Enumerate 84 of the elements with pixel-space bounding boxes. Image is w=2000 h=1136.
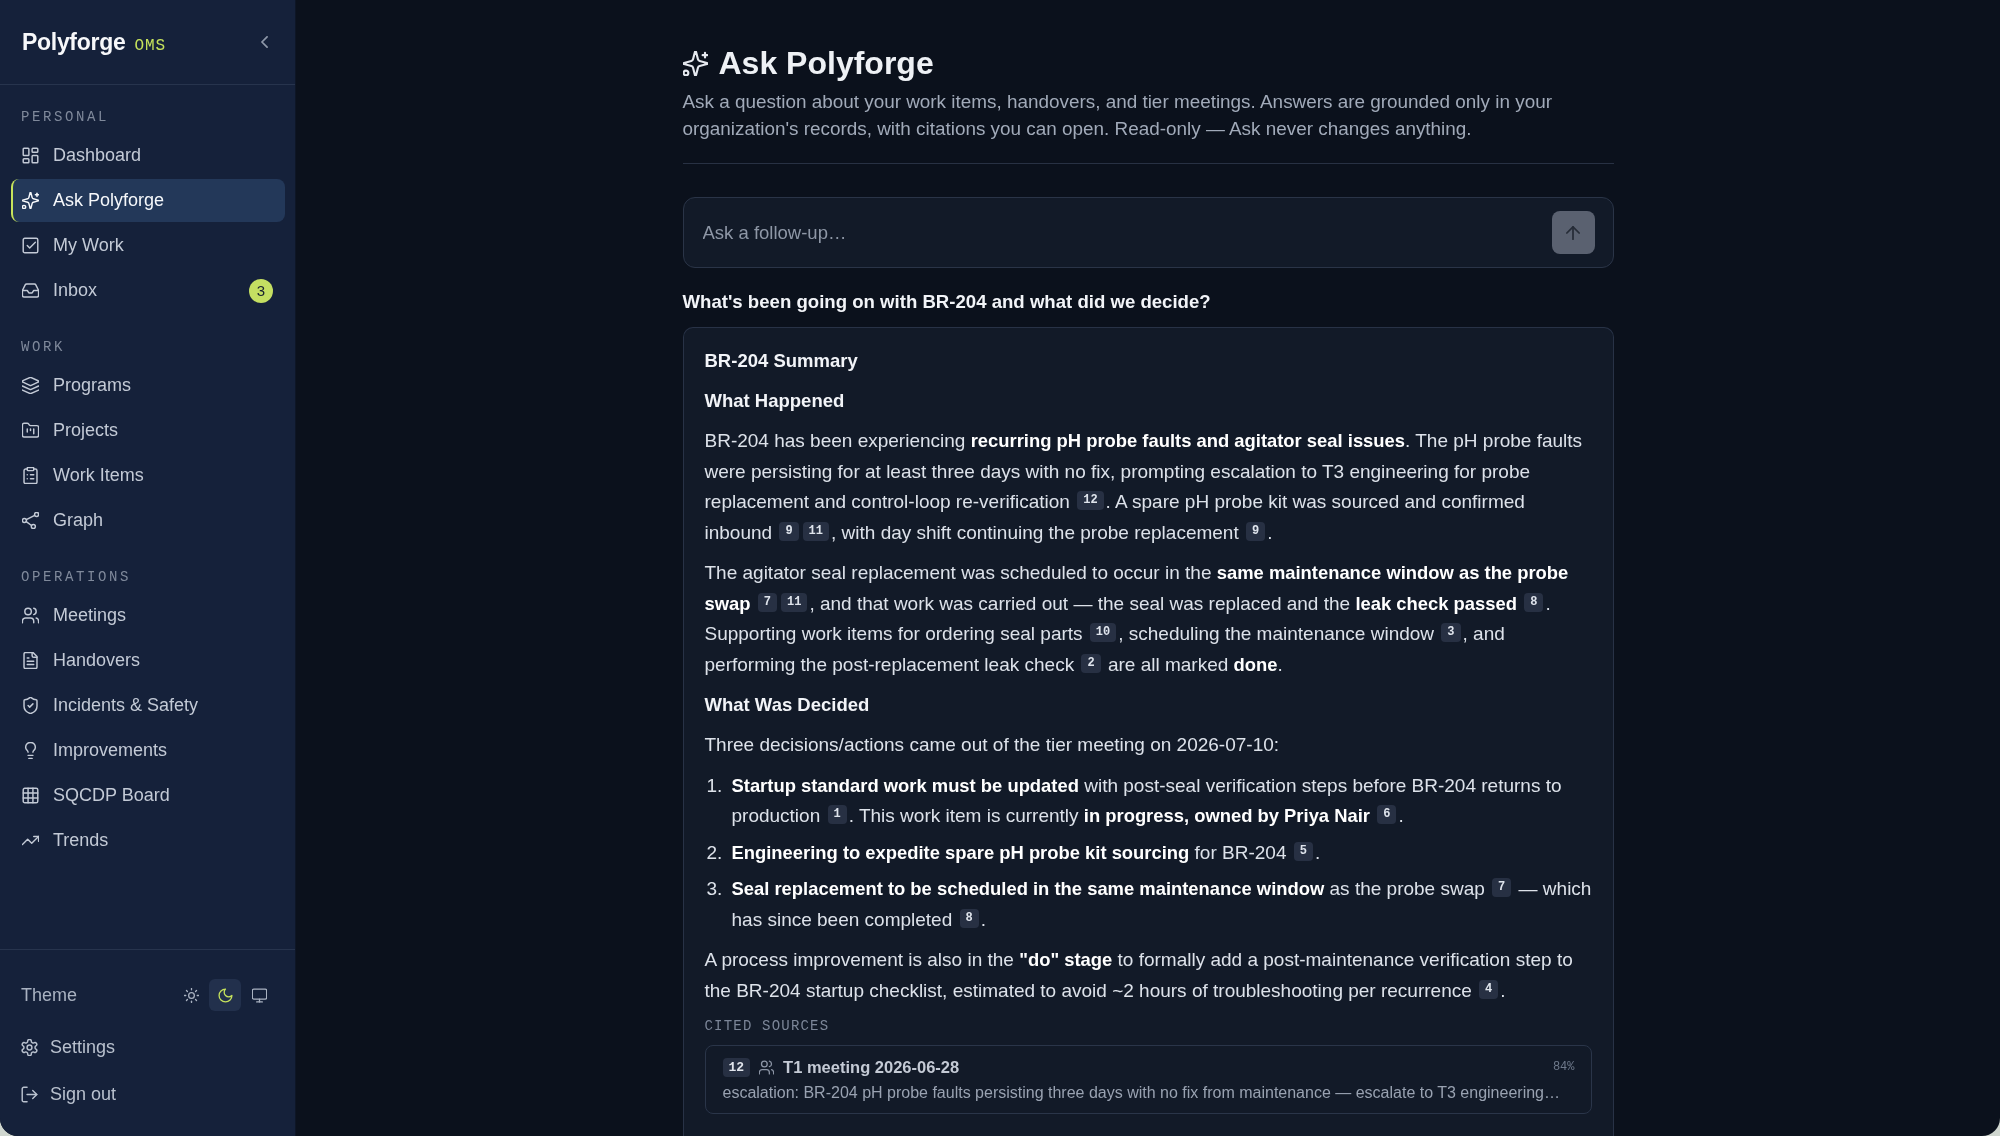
- theme-label: Theme: [21, 984, 78, 1006]
- relevance-score: 84%: [1552, 1060, 1575, 1074]
- brand-name: Polyforge: [22, 28, 126, 56]
- question-text: What's been going on with BR-204 and what did we decide?: [682, 290, 1212, 314]
- citation-link[interactable]: 7: [757, 592, 777, 612]
- nav-item[interactable]: Dashboard: [11, 134, 285, 177]
- nav-item[interactable]: Work Items: [11, 454, 285, 497]
- answer-paragraph: BR-204 has been experiencing recurring pH probe faults and agitator seal issues. The pH probe faults were persisting for at least three days with no fix, prompting escalation to T3 engineering for probe replacement and control-loop re-verification 12 . A spare pH probe kit was sourced and confirmed inbound 9 11 , with day shift continuing the probe replacement 9 .: [704, 429, 1584, 545]
- nav-item[interactable]: Handovers: [11, 639, 285, 682]
- page-description: Ask a question about your work items, handovers, and tier meetings. Answers are grounded only in your organization's records, with citations you can open. Read-only — Ask never changes anything.: [682, 88, 1614, 164]
- layers-icon: [22, 377, 39, 394]
- citation-link[interactable]: 9: [1246, 521, 1266, 541]
- monitor-icon: [251, 987, 267, 1003]
- checkbox-icon: [22, 237, 39, 254]
- citation-link[interactable]: 6: [1377, 805, 1397, 824]
- citation-link[interactable]: 11: [781, 592, 808, 612]
- citation-link[interactable]: 3: [1441, 623, 1461, 642]
- section-label: PERSONAL: [20, 108, 110, 126]
- folder-icon: [22, 422, 39, 439]
- inbox-tray-icon: [22, 282, 39, 299]
- source-card[interactable]: 12 T1 meeting 2026-06-28 84% escalation: BR-204 pH probe faults persisting three days with no fix from maintenance — escalate to T3 engineering…: [704, 1045, 1592, 1114]
- nav-item[interactable]: My Work: [11, 224, 285, 267]
- list-number: 1.: [705, 773, 724, 798]
- moon-icon: [217, 987, 233, 1003]
- nav-item[interactable]: Graph: [11, 499, 285, 542]
- source-snippet: escalation: BR-204 pH probe faults persisting three days with no fix from maintenance — escalate to T3 engineering…: [722, 1083, 1561, 1103]
- page-title: Ask Polyforge: [718, 44, 934, 82]
- sources-label: CITED SOURCES: [704, 1017, 831, 1036]
- people-icon: [759, 1059, 775, 1075]
- sparkle-icon: [22, 192, 39, 209]
- count-badge: 3: [249, 278, 273, 303]
- nav-item[interactable]: Projects: [11, 409, 285, 452]
- chevron-left-icon: [260, 36, 268, 48]
- citation-link[interactable]: 2: [1081, 653, 1101, 673]
- nav-item[interactable]: Meetings: [11, 594, 285, 637]
- clipboard-icon: [22, 467, 39, 484]
- citation-link[interactable]: 4: [1479, 979, 1499, 999]
- citation-link[interactable]: 9: [779, 521, 799, 541]
- shield-check-icon: [22, 697, 39, 714]
- nav-item[interactable]: Ask Polyforge: [11, 179, 285, 222]
- theme-button[interactable]: [209, 979, 241, 1011]
- answer-heading: What Happened: [704, 389, 846, 413]
- citation-link[interactable]: 8: [959, 908, 979, 928]
- source-title: T1 meeting 2026-06-28: [783, 1057, 960, 1077]
- citation-link[interactable]: 5: [1293, 841, 1313, 861]
- answer-paragraph: A process improvement is also in the "do" stage to formally add a post-maintenance verification step to the BR-204 startup checklist, estimated to avoid ~2 hours of troubleshooting per recurrence 4 .: [704, 948, 1574, 1003]
- answer-heading: What Was Decided: [704, 693, 871, 717]
- answer-paragraph: Three decisions/actions came out of the tier meeting on 2026-07-10:: [704, 733, 1281, 757]
- nav-item[interactable]: Programs: [11, 364, 285, 407]
- nav-item[interactable]: Incidents & Safety: [11, 684, 285, 727]
- sun-icon: [183, 987, 199, 1003]
- follow-up-input[interactable]: Ask a follow-up…: [682, 197, 1614, 268]
- nav-item[interactable]: SQCDP Board: [11, 774, 285, 817]
- list-item-text: Seal replacement to be scheduled in the same maintenance window as the probe swap 7 — which has since been completed 8 .: [731, 877, 1592, 932]
- lightbulb-icon: [22, 742, 39, 759]
- answer-paragraph: The agitator seal replacement was scheduled to occur in the same maintenance window as the probe swap 7 11 , and that work was carried out — the seal was replaced and the leak check passed 8 . Supporting work items for ordering seal parts 10 , scheduling the maintenance window 3 , and performing the post-replacement leak check 2 are all marked done.: [704, 561, 1570, 677]
- people-icon: [22, 607, 39, 624]
- settings-link[interactable]: Settings: [21, 1027, 275, 1067]
- answer-heading: BR-204 Summary: [704, 349, 859, 373]
- citation-link[interactable]: 1: [827, 805, 847, 824]
- list-item-text: Engineering to expedite spare pH probe kit sourcing for BR-204 5 .: [731, 840, 1322, 865]
- list-number: 2.: [705, 840, 724, 865]
- list-number: 3.: [705, 877, 724, 901]
- citation-link[interactable]: 11: [802, 521, 829, 541]
- sign-out-link[interactable]: Sign out: [21, 1074, 275, 1114]
- list-item-text: Startup standard work must be updated with post-seal verification steps before BR-204 returns to production 1 . This work item is currently in progress, owned by Priya Nair 6 .: [731, 773, 1563, 828]
- citation-link[interactable]: 7: [1492, 878, 1512, 897]
- document-icon: [22, 652, 39, 669]
- nav-item[interactable]: Improvements: [11, 729, 285, 772]
- settings-icon: [21, 1038, 38, 1056]
- logout-icon: [21, 1085, 38, 1103]
- section-label: WORK: [20, 338, 66, 356]
- table-grid-icon: [22, 787, 39, 804]
- nav-item[interactable]: Trends: [11, 819, 285, 862]
- nodes-icon: [22, 512, 39, 529]
- sparkle-icon: [682, 50, 708, 76]
- section-label: OPERATIONS: [20, 568, 132, 586]
- citation-link[interactable]: 10: [1089, 623, 1117, 642]
- grid-icon: [22, 147, 39, 164]
- citation-number: 12: [722, 1057, 751, 1077]
- brand-tag: OMS: [134, 36, 167, 55]
- nav-item[interactable]: Inbox 3: [11, 269, 285, 312]
- citation-link[interactable]: 8: [1524, 592, 1544, 612]
- citation-link[interactable]: 12: [1077, 491, 1104, 510]
